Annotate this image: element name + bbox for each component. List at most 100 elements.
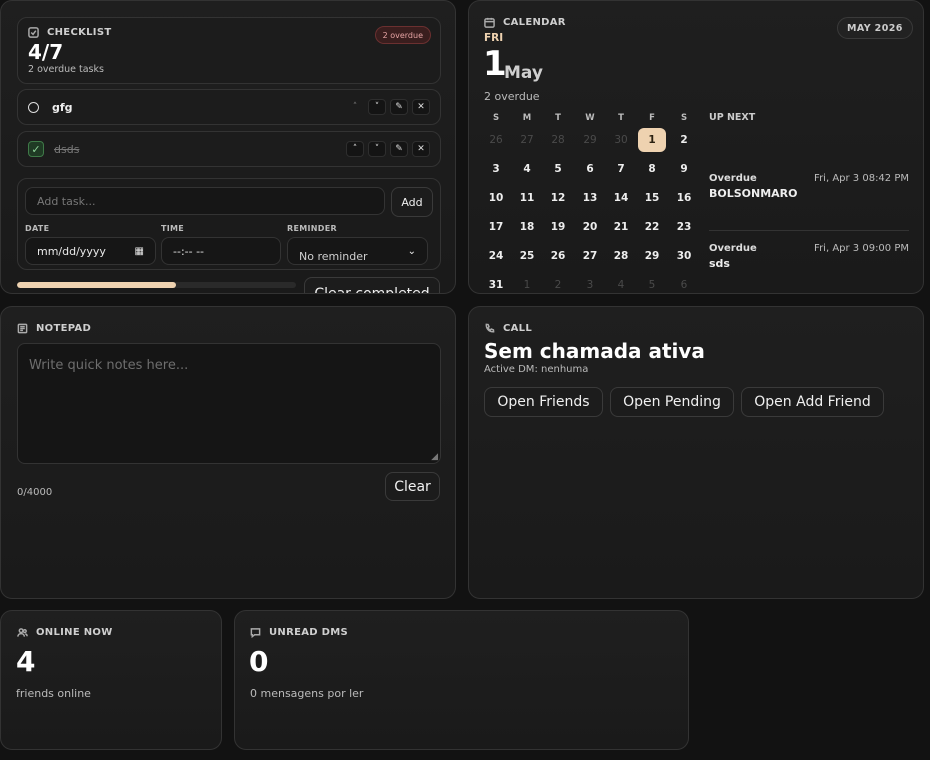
calendar-day[interactable]: 7 [607,157,635,181]
calendar-day[interactable]: 18 [513,215,541,239]
reminder-label: REMINDER [287,224,337,233]
delete-icon[interactable]: ✕ [412,99,430,115]
call-status-title: Sem chamada ativa [484,339,705,363]
calendar-day[interactable]: 25 [513,244,541,268]
edit-icon[interactable]: ✎ [390,99,408,115]
event-item[interactable]: Overdue BOLSONMARO Fri, Apr 3 08:42 PM [709,173,909,200]
calendar-day[interactable]: 31 [482,273,510,297]
checklist-subtitle: 2 overdue tasks [28,64,104,75]
event-title: BOLSONMARO [709,187,798,200]
calendar-day[interactable]: 22 [638,215,666,239]
checklist-progress-bar [17,282,296,288]
add-task-button[interactable]: Add [391,187,433,217]
reminder-select[interactable]: No reminder ⌄ [287,237,428,265]
notes-counter: 0/4000 [17,487,53,498]
checklist-label: CHECKLIST [47,27,112,38]
calendar-day-selected[interactable]: 1 [638,128,666,152]
selected-month: May [504,63,543,83]
weekday-header: M [522,113,532,123]
notepad-icon [17,323,28,334]
calendar-day[interactable]: 4 [607,273,635,297]
up-next-label: UP NEXT [709,112,756,123]
task-text: gfg [52,100,73,114]
task-checkbox-checked[interactable]: ✓ [28,141,44,157]
unread-dms-card: UNREAD DMS 0 0 mensagens por ler [234,610,689,750]
move-up-icon[interactable]: ˄ [346,141,364,157]
message-icon [250,628,261,638]
calendar-day[interactable]: 20 [576,215,604,239]
calendar-day[interactable]: 11 [513,186,541,210]
unread-caption: 0 mensagens por ler [250,687,364,700]
online-now-card: ONLINE NOW 4 friends online [0,610,222,750]
calendar-day[interactable]: 28 [607,244,635,268]
open-pending-button[interactable]: Open Pending [610,387,734,417]
event-item[interactable]: Overdue sds Fri, Apr 3 09:00 PM [709,243,909,270]
calendar-day[interactable]: 1 [513,273,541,297]
calendar-day[interactable]: 19 [544,215,572,239]
calendar-day[interactable]: 27 [513,128,541,152]
calendar-day[interactable]: 5 [638,273,666,297]
edit-icon[interactable]: ✎ [390,141,408,157]
calendar-day[interactable]: 3 [482,157,510,181]
calendar-picker-icon[interactable]: ▦ [135,246,144,257]
calendar-day[interactable]: 3 [576,273,604,297]
calendar-day[interactable]: 17 [482,215,510,239]
clear-notes-button[interactable]: Clear [385,472,440,501]
calendar-day[interactable]: 16 [670,186,698,210]
task-row: gfg ˄ ˅ ✎ ✕ [17,89,441,125]
calendar-day[interactable]: 26 [544,244,572,268]
calendar-day[interactable]: 30 [607,128,635,152]
time-input[interactable]: --:-- -- [161,237,281,265]
checkbox-icon [28,27,39,38]
calendar-day[interactable]: 26 [482,128,510,152]
calendar-day[interactable]: 27 [576,244,604,268]
month-badge[interactable]: MAY 2026 [837,17,913,39]
calendar-day[interactable]: 8 [638,157,666,181]
task-text: dsds [54,142,80,156]
delete-icon[interactable]: ✕ [412,141,430,157]
resize-handle-icon[interactable]: ◢ [431,452,438,462]
checklist-heading: CHECKLIST [28,27,111,38]
calendar-day[interactable]: 2 [670,128,698,152]
unread-heading: UNREAD DMS [250,627,348,638]
calendar-day[interactable]: 30 [670,244,698,268]
calendar-day[interactable]: 28 [544,128,572,152]
move-down-icon[interactable]: ˅ [368,99,386,115]
weekday-header: S [680,113,688,123]
calendar-day[interactable]: 4 [513,157,541,181]
clear-completed-button[interactable]: Clear completed [304,277,440,293]
overdue-badge: 2 overdue [374,26,431,44]
calendar-day[interactable]: 14 [607,186,635,210]
calendar-day[interactable]: 6 [576,157,604,181]
calendar-day[interactable]: 24 [482,244,510,268]
event-time: Fri, Apr 3 09:00 PM [814,243,909,254]
call-heading: CALL [484,323,532,334]
weekday-header: F [649,113,655,123]
calendar-day[interactable]: 21 [607,215,635,239]
calendar-day[interactable]: 29 [576,128,604,152]
move-up-icon[interactable]: ˄ [346,99,364,115]
notes-textarea[interactable]: Write quick notes here... ◢ [17,343,441,464]
event-time: Fri, Apr 3 08:42 PM [814,173,909,184]
calendar-day[interactable]: 12 [544,186,572,210]
add-task-input[interactable]: Add task... [25,187,385,215]
calendar-day[interactable]: 2 [544,273,572,297]
open-add-friend-button[interactable]: Open Add Friend [741,387,884,417]
progress-fill [17,282,177,288]
calendar-day[interactable]: 23 [670,215,698,239]
date-input[interactable]: mm/dd/yyyy ▦ [25,237,156,265]
calendar-day[interactable]: 6 [670,273,698,297]
calendar-heading: CALENDAR [484,17,566,28]
calendar-day[interactable]: 10 [482,186,510,210]
task-row: ✓ dsds ˄ ˅ ✎ ✕ [17,131,441,167]
checklist-progress-count: 4/7 [28,40,64,64]
chevron-down-icon: ⌄ [407,245,416,257]
calendar-day[interactable]: 15 [638,186,666,210]
calendar-day[interactable]: 9 [670,157,698,181]
open-friends-button[interactable]: Open Friends [484,387,603,417]
calendar-day[interactable]: 29 [638,244,666,268]
move-down-icon[interactable]: ˅ [368,141,386,157]
calendar-day[interactable]: 5 [544,157,572,181]
calendar-day[interactable]: 13 [576,186,604,210]
task-checkbox[interactable] [28,101,39,113]
